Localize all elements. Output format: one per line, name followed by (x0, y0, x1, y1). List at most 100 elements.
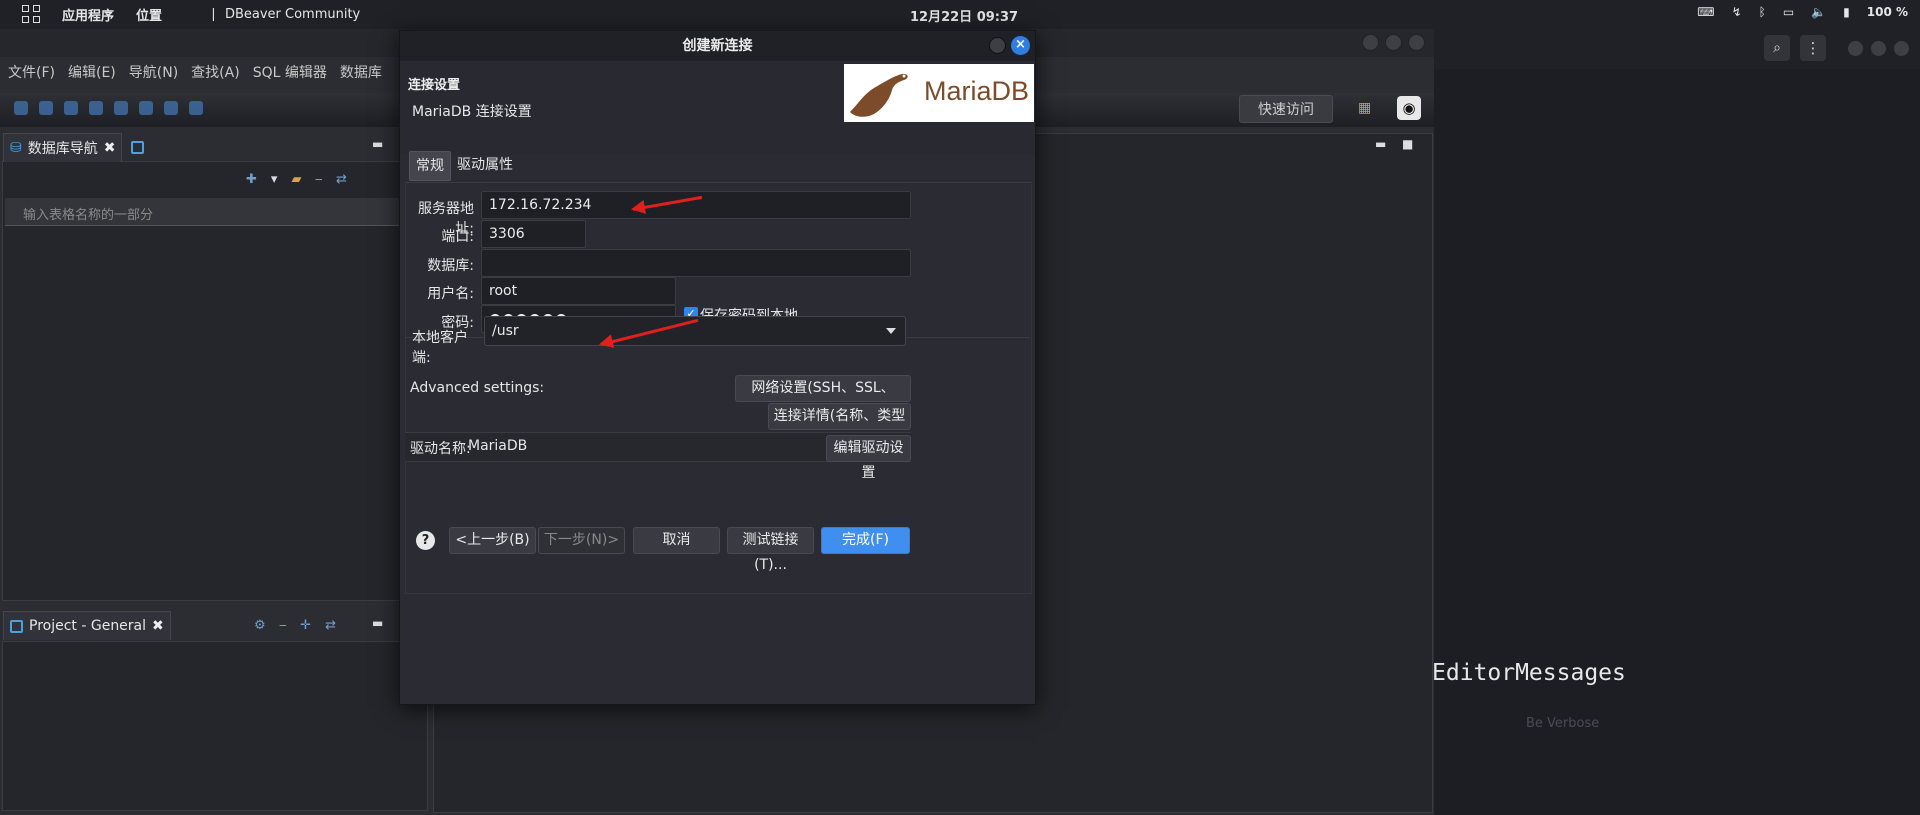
database-label: 数据库: (427, 258, 474, 274)
refresh-icon[interactable] (89, 101, 103, 115)
host-input[interactable]: 172.16.72.234 (481, 191, 911, 219)
network-icon[interactable]: ↯ (1732, 5, 1742, 19)
maximize-icon[interactable] (1870, 40, 1887, 57)
minimize-panel-icon[interactable]: ▬ (372, 137, 383, 151)
apps-menu[interactable]: 应用程序 (62, 5, 114, 24)
minimize-editor-icon[interactable]: ▬ (1375, 137, 1386, 151)
minimize-panel-icon[interactable]: ▬ (372, 616, 383, 630)
tab-label: Project - General (29, 618, 147, 634)
minimize-icon[interactable] (989, 37, 1006, 54)
project-panel (2, 641, 428, 811)
rollback-icon[interactable] (164, 101, 178, 115)
keyboard-icon[interactable]: ⌨ (1697, 5, 1714, 19)
menu-sql-editor[interactable]: SQL 编辑器 (253, 62, 327, 88)
close-icon[interactable]: ✖ (152, 618, 164, 634)
volume-icon[interactable]: 🔈 (1811, 5, 1826, 19)
display-icon[interactable]: ▭ (1783, 5, 1794, 19)
toolbar-icons (14, 101, 203, 115)
active-app-name[interactable]: DBeaver Community (225, 7, 360, 22)
menu-file[interactable]: 文件(F) (8, 62, 55, 88)
transaction-icon[interactable] (189, 101, 203, 115)
maximize-editor-icon[interactable]: ■ (1402, 137, 1413, 151)
bluetooth-icon[interactable]: ᛒ (1759, 5, 1766, 19)
link-icon[interactable]: ⇄ (336, 172, 347, 187)
navigator-filter-input[interactable]: 输入表格名称的一部分 (5, 198, 425, 226)
folder-icon[interactable]: ▰ (291, 172, 301, 187)
battery-level: 100 % (1866, 5, 1908, 19)
network-settings-button[interactable]: 网络设置(SSH、SSL、Proxy...) (735, 375, 911, 421)
commit-icon[interactable] (139, 101, 153, 115)
minimize-icon[interactable] (1362, 34, 1379, 51)
editor-messages-text: EditorMessages (1432, 660, 1626, 686)
section-subtitle: MariaDB 连接设置 (412, 104, 532, 120)
close-icon[interactable]: × (1011, 36, 1030, 55)
link-icon[interactable]: ⇄ (325, 618, 336, 633)
tab-project[interactable]: Project - General ✖ (3, 611, 171, 640)
collapse-icon[interactable]: ⎯ (280, 618, 287, 633)
dbeaver-icon: ❘ (208, 7, 219, 22)
background-window (1434, 29, 1920, 815)
seal-icon (850, 73, 908, 117)
cancel-button[interactable]: 取消 (633, 527, 720, 554)
test-connection-button[interactable]: 测试链接(T)... (727, 527, 814, 573)
places-menu[interactable]: 位置 (136, 5, 162, 24)
driver-value: MariaDB (468, 438, 528, 454)
tab-driver-properties[interactable]: 驱动属性 (451, 151, 519, 181)
help-icon[interactable]: ? (416, 531, 435, 550)
back-button[interactable]: <上一步(B) (449, 527, 536, 554)
perspective-icon[interactable]: ▦ (1358, 100, 1376, 118)
menu-search[interactable]: 查找(A) (191, 62, 240, 88)
collapse-icon[interactable]: ⎯ (315, 172, 322, 187)
chevron-down-icon (886, 328, 896, 334)
dialog-title: 创建新连接 (400, 31, 1035, 61)
ide-window-controls (1362, 34, 1425, 51)
close-icon[interactable] (1893, 40, 1910, 57)
new-connection-icon[interactable]: ✚ (246, 172, 257, 187)
project-toolbar: ⚙ ⎯ ✛ ⇄ (254, 618, 336, 633)
next-button[interactable]: 下一步(N)> (538, 527, 625, 554)
finish-button[interactable]: 完成(F) (821, 527, 910, 554)
database-input[interactable] (481, 249, 911, 277)
close-icon[interactable] (1408, 34, 1425, 51)
dialog-tabs: 常规 驱动属性 (405, 147, 1032, 183)
expand-icon[interactable]: ✛ (300, 618, 311, 633)
projects-tab-icon[interactable] (131, 141, 144, 154)
user-input[interactable]: root (481, 277, 676, 305)
project-icon (10, 619, 23, 633)
clock[interactable]: 12月22日 09:37 (910, 6, 1018, 25)
disconnect-icon[interactable] (64, 101, 78, 115)
tab-db-navigator[interactable]: ⛁ 数据库导航 ✖ (3, 133, 123, 162)
more-menu-icon[interactable]: ⋮ (1800, 35, 1826, 61)
ide-menubar: 文件(F) 编辑(E) 导航(N) 查找(A) SQL 编辑器 数据库 (0, 62, 395, 88)
battery-icon[interactable]: ▮ (1843, 5, 1850, 19)
quick-access-button[interactable]: 快速访问 (1239, 95, 1333, 123)
sql-editor-icon[interactable] (114, 101, 128, 115)
local-client-value: /usr (492, 323, 519, 339)
tab-general[interactable]: 常规 (409, 151, 451, 181)
connection-details-button[interactable]: 连接详情(名称、类型 ... ) (768, 403, 911, 449)
create-connection-dialog: 创建新连接 × 连接设置 MariaDB 连接设置 MariaDB 常规 驱动属… (399, 30, 1036, 705)
menu-navigate[interactable]: 导航(N) (129, 62, 178, 88)
mariadb-logo: MariaDB (844, 64, 1034, 122)
navigator-toolbar: ✚ ▾ ▰ ⎯ ⇄ (246, 172, 347, 187)
port-input[interactable]: 3306 (481, 220, 586, 248)
menu-database[interactable]: 数据库 (340, 62, 382, 88)
edit-driver-button[interactable]: 编辑驱动设置 (826, 435, 911, 481)
port-label: 端口: (441, 229, 474, 245)
close-icon[interactable]: ✖ (104, 140, 116, 156)
connect-icon[interactable] (39, 101, 53, 115)
dbeaver-perspective-icon[interactable]: ◉ (1397, 96, 1421, 120)
minimize-icon[interactable] (1847, 40, 1864, 57)
apps-grid-icon[interactable] (22, 4, 42, 25)
user-label: 用户名: (427, 286, 474, 302)
search-icon[interactable]: ⌕ (1764, 35, 1790, 61)
system-tray: ⌨ ↯ ᛒ ▭ 🔈 ▮ 100 % (1697, 5, 1908, 19)
bg-window-controls (1847, 40, 1910, 57)
maximize-icon[interactable] (1385, 34, 1402, 51)
new-connection-icon[interactable] (14, 101, 28, 115)
gear-icon[interactable]: ⚙ (254, 618, 266, 633)
dropdown-icon[interactable]: ▾ (271, 172, 278, 187)
local-client-label: 本地客户端: (412, 330, 468, 366)
db-navigator-panel (2, 161, 428, 601)
menu-edit[interactable]: 编辑(E) (68, 62, 116, 88)
